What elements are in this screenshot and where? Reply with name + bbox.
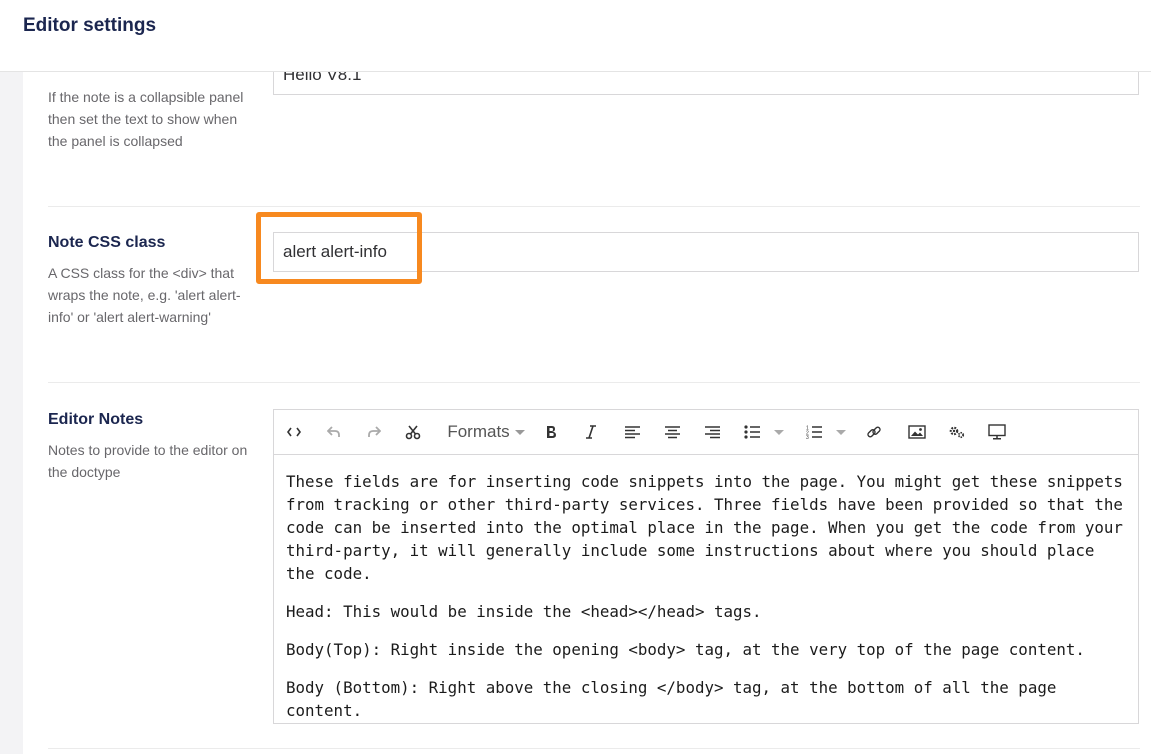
chevron-down-icon	[774, 429, 784, 435]
page-title: Editor settings	[23, 15, 157, 36]
image-icon[interactable]	[906, 418, 928, 446]
cut-icon[interactable]	[402, 418, 424, 446]
macro-icon[interactable]	[946, 418, 968, 446]
bullet-list-icon[interactable]	[740, 418, 788, 446]
align-right-icon[interactable]	[702, 418, 722, 446]
divider	[48, 206, 1140, 207]
divider	[48, 748, 1140, 749]
chevron-down-icon	[836, 429, 846, 435]
rich-text-editor[interactable]: Formats 123 These fields are for inserti…	[273, 409, 1139, 724]
divider	[48, 382, 1140, 383]
link-icon[interactable]	[863, 418, 885, 446]
editor-paragraph: These fields are for inserting code snip…	[286, 472, 1123, 583]
highlight-box	[256, 212, 422, 284]
formats-dropdown[interactable]: Formats	[444, 418, 528, 446]
panel-title-description: If the note is a collapsible panel then …	[48, 89, 244, 149]
embed-icon[interactable]	[986, 418, 1008, 446]
source-code-icon[interactable]	[284, 418, 304, 446]
align-center-icon[interactable]	[662, 418, 682, 446]
formats-label: Formats	[447, 422, 510, 441]
editor-settings-header: Editor settings	[0, 0, 1151, 72]
editor-notes-description: Notes to provide to the editor on the do…	[48, 442, 248, 480]
editor-paragraph: Head: This would be inside the <head></h…	[286, 602, 762, 621]
undo-icon[interactable]	[324, 418, 344, 446]
italic-icon[interactable]	[582, 418, 600, 446]
editor-paragraph: Body(Top): Right inside the opening <bod…	[286, 640, 1085, 659]
note-css-class-description: A CSS class for the <div> that wraps the…	[48, 265, 241, 325]
numbered-list-icon[interactable]: 123	[802, 418, 850, 446]
left-gutter	[0, 72, 23, 754]
chevron-down-icon	[514, 429, 525, 435]
settings-content: Panel Title Hello V8.1 If the note is a …	[23, 0, 1151, 754]
align-left-icon[interactable]	[622, 418, 642, 446]
editor-paragraph: Body (Bottom): Right above the closing <…	[286, 678, 1057, 720]
redo-icon[interactable]	[364, 418, 384, 446]
note-css-class-label: Note CSS class	[48, 234, 166, 251]
bold-icon[interactable]	[542, 418, 560, 446]
editor-content[interactable]: These fields are for inserting code snip…	[286, 470, 1131, 737]
svg-text:3: 3	[806, 435, 809, 439]
editor-toolbar: Formats 123	[274, 410, 1138, 455]
editor-notes-label: Editor Notes	[48, 411, 144, 428]
